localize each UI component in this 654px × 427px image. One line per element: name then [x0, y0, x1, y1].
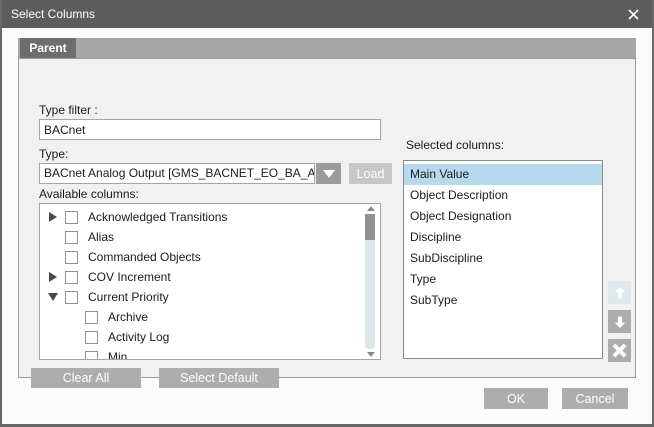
tree-item-label: Commanded Objects — [88, 250, 201, 264]
tab-panel: Type filter : Type: BACnet Analog Output… — [18, 58, 636, 378]
type-label: Type: — [39, 147, 68, 161]
selected-list: Main ValueObject DescriptionObject Desig… — [403, 160, 603, 359]
move-up-button[interactable] — [608, 281, 631, 304]
tab-parent[interactable]: Parent — [20, 38, 76, 58]
selected-item[interactable]: SubDiscipline — [404, 248, 602, 269]
move-down-button[interactable] — [608, 310, 631, 333]
selected-item[interactable]: Object Designation — [404, 206, 602, 227]
tree-row: Commanded Objects — [40, 247, 380, 267]
tree-row: Archive — [40, 307, 380, 327]
type-filter-label: Type filter : — [39, 103, 98, 117]
selected-item[interactable]: Type — [404, 269, 602, 290]
selected-item[interactable]: Object Description — [404, 185, 602, 206]
tree-item-label: Activity Log — [108, 330, 169, 344]
scrollbar-thumb[interactable] — [365, 214, 375, 240]
expander-spacer — [66, 331, 79, 344]
select-columns-dialog: Select Columns Parent Type filter : Type… — [0, 0, 654, 427]
tree-item-label: Archive — [108, 310, 148, 324]
expander-collapsed-icon[interactable] — [46, 271, 59, 284]
remove-button[interactable] — [608, 339, 631, 362]
tree-row: Acknowledged Transitions — [40, 207, 380, 227]
scroll-up-icon[interactable] — [367, 206, 375, 211]
selected-item[interactable]: Discipline — [404, 227, 602, 248]
tree-row: Alias — [40, 227, 380, 247]
checkbox[interactable] — [65, 231, 78, 244]
expander-spacer — [66, 311, 79, 324]
checkbox[interactable] — [85, 331, 98, 344]
ok-button[interactable]: OK — [484, 388, 548, 409]
available-columns-label: Available columns: — [39, 187, 139, 201]
tree-row: Min — [40, 347, 380, 360]
tree-scrollbar[interactable] — [365, 205, 377, 358]
titlebar: Select Columns — [0, 0, 654, 28]
expander-spacer — [46, 231, 59, 244]
expander-spacer — [46, 251, 59, 264]
checkbox[interactable] — [85, 351, 98, 361]
tree-item-label: Acknowledged Transitions — [88, 210, 227, 224]
expander-expanded-icon[interactable] — [46, 291, 59, 304]
tree-item-label: Alias — [88, 230, 114, 244]
expander-collapsed-icon[interactable] — [46, 211, 59, 224]
selected-item[interactable]: Main Value — [404, 164, 602, 185]
scrollbar-track[interactable] — [365, 214, 375, 349]
arrow-up-icon — [612, 285, 628, 301]
tree-row: Activity Log — [40, 327, 380, 347]
type-combobox-dropdown-button[interactable] — [316, 163, 341, 184]
checkbox[interactable] — [85, 311, 98, 324]
tab-control: Parent Type filter : Type: BACnet Analog… — [18, 38, 636, 378]
arrow-down-icon — [612, 314, 628, 330]
checkbox[interactable] — [65, 271, 78, 284]
expander-spacer — [66, 351, 79, 361]
window-title: Select Columns — [11, 7, 95, 21]
checkbox[interactable] — [65, 291, 78, 304]
chevron-down-icon — [323, 170, 335, 178]
clear-all-button[interactable]: Clear All — [31, 368, 141, 388]
selected-item[interactable]: SubType — [404, 290, 602, 311]
select-default-button[interactable]: Select Default — [159, 368, 279, 388]
scroll-down-icon[interactable] — [367, 352, 375, 357]
type-combobox[interactable]: BACnet Analog Output [GMS_BACNET_EO_BA_A… — [39, 163, 315, 184]
tree-item-label: Min — [108, 350, 127, 360]
selected-columns-label: Selected columns: — [406, 138, 504, 152]
cancel-button[interactable]: Cancel — [562, 388, 628, 409]
tree-item-label: COV Increment — [88, 270, 171, 284]
available-tree: Acknowledged Transitions Alias Commanded O… — [39, 203, 381, 360]
remove-x-icon — [611, 342, 628, 359]
tree-row: Current Priority — [40, 287, 380, 307]
load-button[interactable]: Load — [349, 163, 392, 184]
checkbox[interactable] — [65, 251, 78, 264]
tree-row: COV Increment — [40, 267, 380, 287]
tab-strip: Parent — [18, 38, 636, 58]
close-icon[interactable] — [625, 6, 642, 23]
tree-item-label: Current Priority — [88, 290, 169, 304]
type-filter-input[interactable] — [39, 119, 381, 140]
checkbox[interactable] — [65, 211, 78, 224]
